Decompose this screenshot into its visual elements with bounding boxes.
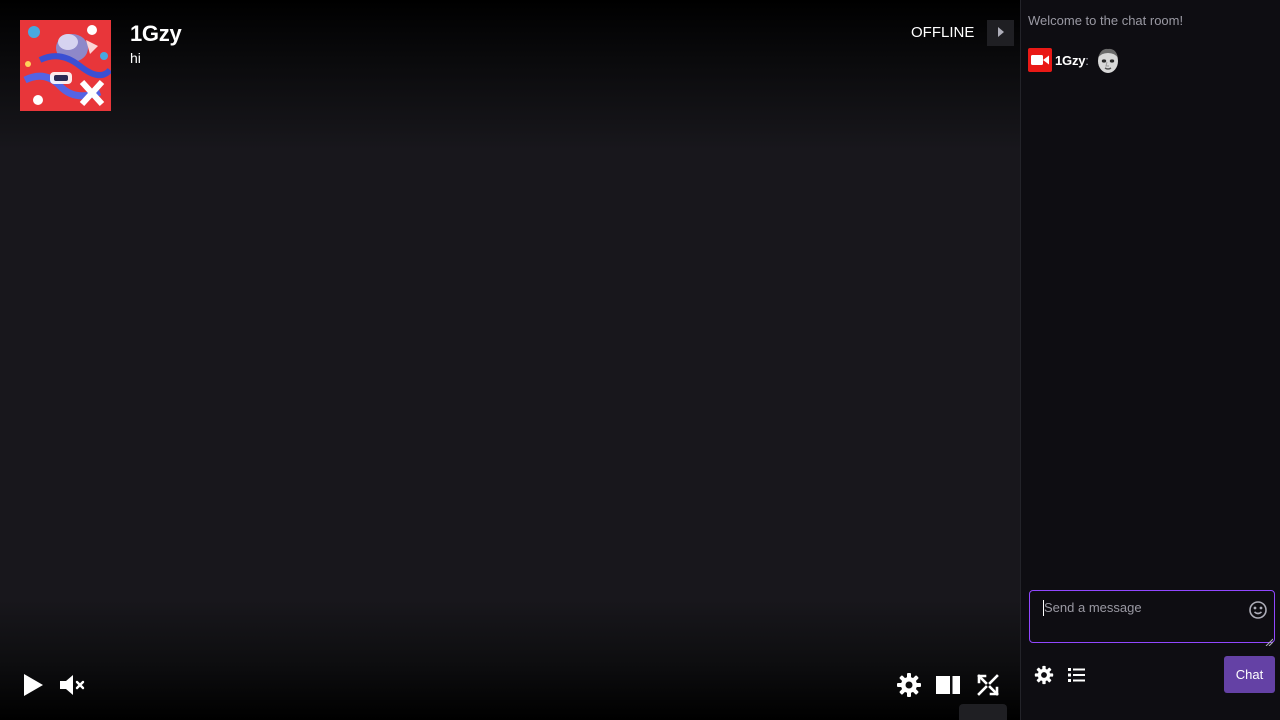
face-emote-icon[interactable] — [1095, 46, 1121, 74]
fullscreen-button[interactable] — [974, 674, 1001, 701]
chat-panel: Welcome to the chat room! 1Gzy : Send a … — [1020, 0, 1280, 720]
channel-avatar[interactable] — [20, 20, 111, 111]
play-icon — [21, 673, 45, 702]
volume-muted-icon — [58, 673, 86, 702]
offline-label: OFFLINE — [911, 24, 975, 41]
mute-button[interactable] — [57, 673, 87, 701]
theatre-mode-button[interactable] — [934, 674, 962, 700]
theatre-mode-icon — [935, 675, 961, 700]
play-button[interactable] — [19, 672, 47, 702]
offline-expand-button[interactable] — [987, 20, 1014, 46]
fullscreen-icon — [976, 673, 1000, 702]
chat-message: 1Gzy : — [1028, 46, 1121, 74]
controls-tooltip — [959, 704, 1007, 720]
app-root: 1Gzy hi OFFLINE Welcome to the chat room… — [0, 0, 1280, 720]
chat-input-placeholder: Send a message — [1044, 600, 1142, 615]
chat-welcome-message: Welcome to the chat room! — [1028, 13, 1184, 28]
chat-send-button[interactable]: Chat — [1224, 656, 1275, 693]
broadcaster-badge-icon[interactable] — [1028, 48, 1052, 72]
chat-settings-icon[interactable] — [1034, 665, 1054, 685]
player-settings-button[interactable] — [896, 672, 922, 702]
chat-username[interactable]: 1Gzy — [1055, 53, 1085, 68]
video-player[interactable]: 1Gzy hi OFFLINE — [0, 0, 1020, 720]
chat-message-input[interactable]: Send a message — [1029, 590, 1275, 647]
gear-icon — [897, 672, 921, 702]
chat-separator: : — [1085, 52, 1089, 68]
resize-grip-icon[interactable] — [1265, 633, 1274, 647]
caret-right-icon — [997, 24, 1005, 42]
channel-name[interactable]: 1Gzy — [130, 21, 182, 47]
viewer-list-icon[interactable] — [1067, 665, 1087, 685]
smiley-icon[interactable] — [1248, 600, 1268, 620]
stream-title: hi — [130, 50, 141, 66]
